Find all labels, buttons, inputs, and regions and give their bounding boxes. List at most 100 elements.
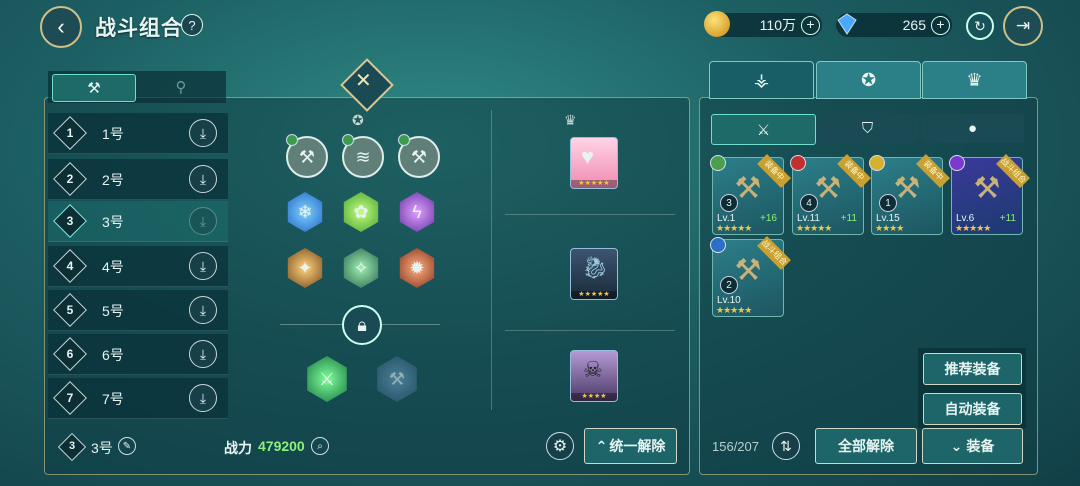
sword-icon: ⚔ (756, 121, 771, 139)
weapon-stars: ★★★★★ (716, 305, 752, 315)
preset-row-6[interactable]: 6 6号 ⤓ (48, 334, 228, 375)
magnifier-icon[interactable]: ⌕ (311, 437, 329, 455)
weapon-slot-number: 3 (720, 194, 738, 212)
gear-emblem-icon: ✪ (352, 112, 364, 128)
gold-amount: 110万 (759, 17, 796, 33)
tab-gear[interactable]: ✪ (816, 61, 921, 99)
hammer-skill-icon: ⚒ (298, 146, 316, 167)
power-value: 479200 (258, 438, 305, 454)
smash-skill-icon: ⚒ (410, 146, 428, 167)
preset-number: 2 (66, 172, 74, 186)
help-button[interactable]: ? (181, 14, 203, 36)
hero-portrait-dragon[interactable]: 🐉︎ ★★★★★ (570, 248, 618, 300)
tab-heroes[interactable]: ♛ (922, 61, 1027, 99)
download-icon[interactable]: ⤓ (189, 165, 217, 193)
preset-number: 1 (66, 126, 74, 140)
weapon-bonus: +16 (760, 213, 777, 224)
weapon-card-5[interactable]: ⚒ 2 战斗组合 Lv.10 ★★★★★ (710, 236, 791, 317)
weapon-card-4[interactable]: ⚒ 战斗组合 Lv.6 +11 ★★★★★ (949, 154, 1030, 235)
weapon-stars: ★★★★★ (716, 223, 752, 233)
unequip-all-button[interactable]: 全部解除 (815, 428, 917, 464)
orb-icon: ● (967, 120, 978, 137)
crossed-swords-glyph: ✕ (355, 70, 372, 92)
hero-portrait-dark-bunny[interactable]: ☠ ★★★★ (570, 350, 618, 402)
equip-label: 装备 (966, 438, 995, 454)
download-icon[interactable]: ⤓ (189, 207, 217, 235)
weapon-slot-number: 4 (800, 194, 818, 212)
trident-icon: ⚶ (753, 69, 770, 90)
exit-door-icon: ⇥ (1015, 16, 1031, 35)
preset-number: 5 (66, 303, 74, 317)
subtab-orb[interactable]: ● (921, 114, 1024, 143)
selected-preset-number: 3 (68, 440, 76, 452)
preset-number: 4 (66, 259, 74, 273)
preset-row-2[interactable]: 2 2号 ⤓ (48, 159, 228, 200)
tool-icon: ⚲ (175, 79, 187, 96)
download-icon[interactable]: ⤓ (189, 384, 217, 412)
weapon-stars: ★★★★★ (796, 223, 832, 233)
download-icon[interactable]: ⤓ (189, 252, 217, 280)
subtab-sword[interactable]: ⚔ (711, 114, 816, 145)
weapon-card-2[interactable]: ⚒ 4 装备中 Lv.11 +11 ★★★★★ (790, 154, 871, 235)
download-icon[interactable]: ⤓ (189, 296, 217, 324)
weapon-slot-number: 1 (879, 194, 897, 212)
shield-icon: ⛉ (861, 120, 874, 137)
equip-button[interactable]: ⌄ 装备 (922, 428, 1023, 464)
gold-coin-icon (704, 11, 730, 37)
power-label: 战力 (224, 440, 252, 456)
refresh-icon[interactable]: ↻ (966, 12, 994, 40)
page-title: 战斗组合 (95, 17, 183, 40)
preset-label: 7号 (102, 391, 124, 407)
auto-equip-button[interactable]: 自动装备 (923, 393, 1022, 425)
preset-number: 3 (66, 214, 74, 228)
sort-icon[interactable]: ⇅ (772, 432, 800, 460)
weapon-slot-number: 2 (720, 276, 738, 294)
preset-row-3[interactable]: 3 3号 ⤓ (48, 201, 228, 242)
preset-number: 7 (66, 391, 74, 405)
unequip-group-label: 统一解除 (609, 438, 666, 454)
rename-pencil-icon[interactable]: ✎ (118, 437, 136, 455)
preset-row-7[interactable]: 7 7号 ⤓ (48, 378, 228, 419)
back-button[interactable]: ‹ (40, 6, 82, 48)
settings-gear-icon[interactable]: ⚙ (546, 432, 574, 460)
exit-button[interactable]: ⇥ (1003, 6, 1043, 46)
download-icon[interactable]: ⤓ (189, 119, 217, 147)
preset-label: 2号 (102, 172, 124, 188)
preset-row-5[interactable]: 5 5号 ⤓ (48, 290, 228, 331)
preset-label: 1号 (102, 126, 124, 142)
tab-weapons[interactable]: ⚶ (709, 61, 814, 99)
hero-portrait-pink[interactable]: ♥ ★★★★★ (570, 137, 618, 189)
weapon-stars: ★★★★★ (955, 223, 991, 233)
compass-icon: ✪ (860, 69, 877, 90)
unequip-group-button[interactable]: ⌃ 统一解除 (584, 428, 677, 464)
tab-tool-presets[interactable]: ⚲ (140, 74, 222, 100)
recommend-equip-button[interactable]: 推荐装备 (923, 353, 1022, 385)
whirl-skill-icon: ≋ (355, 146, 371, 167)
preset-label: 5号 (102, 303, 124, 319)
gold-counter: 110万 + (704, 11, 822, 37)
crown-icon: ♛ (564, 112, 577, 128)
lock-icon: 🔒︎ (342, 305, 382, 345)
weapon-bonus: +11 (840, 213, 857, 224)
weapon-card-1[interactable]: ⚒ 3 装备中 Lv.1 +16 ★★★★★ (710, 154, 791, 235)
hammer-icon: ⚒ (87, 80, 101, 97)
preset-label: 4号 (102, 259, 124, 275)
preset-label: 3号 (102, 214, 124, 230)
chevron-down-icon: ⌄ (950, 437, 963, 454)
weapon-card-3[interactable]: ⚒ 1 装备中 Lv.15 ★★★★ (869, 154, 950, 235)
add-gems-button[interactable]: + (931, 16, 950, 35)
tab-weapon-presets[interactable]: ⚒ (52, 74, 136, 102)
chevron-up-icon: ⌃ (595, 437, 608, 454)
gem-counter: 265 + (836, 13, 952, 37)
subtab-shield[interactable]: ⛉ (816, 114, 919, 143)
inventory-count: 156/207 (712, 439, 759, 454)
add-gold-button[interactable]: + (801, 16, 820, 35)
download-icon[interactable]: ⤓ (189, 340, 217, 368)
preset-row-1[interactable]: 1 1号 ⤓ (48, 113, 228, 154)
preset-type-tabs: ⚒ ⚲ (48, 71, 226, 103)
gem-icon (837, 13, 857, 35)
gem-amount: 265 (902, 17, 926, 33)
selected-preset-label: 3号 (91, 440, 113, 456)
preset-row-4[interactable]: 4 4号 ⤓ (48, 246, 228, 287)
crown-face-icon: ♛ (966, 69, 983, 90)
